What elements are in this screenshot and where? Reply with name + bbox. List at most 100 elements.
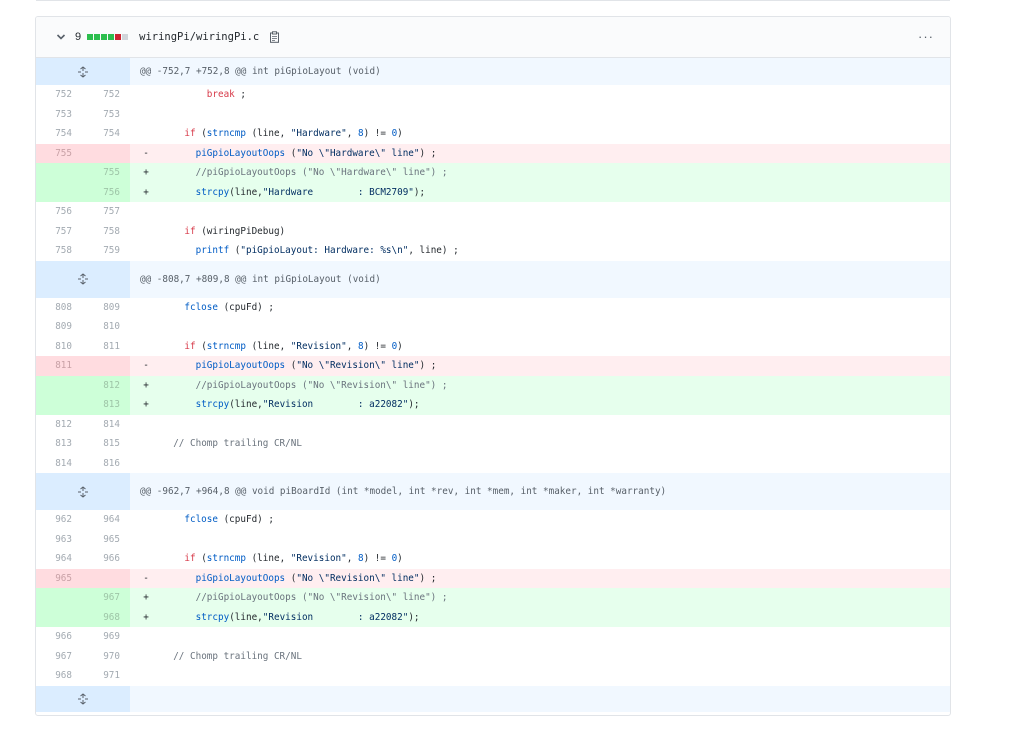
chevron-down-icon[interactable] xyxy=(56,32,66,42)
old-line-number[interactable]: 753 xyxy=(36,105,83,125)
code-line: + //piGpioLayoutOops ("No \"Revision\" l… xyxy=(130,375,950,395)
hunk-header: @@ -962,7 +964,8 @@ void piBoardId (int … xyxy=(36,473,950,510)
new-line-number[interactable]: 756 xyxy=(83,182,130,202)
new-line-number[interactable]: 758 xyxy=(83,222,130,242)
added-line: 968 + strcpy(line,"Revision : a22082"); xyxy=(36,607,950,627)
expand-lines-icon[interactable] xyxy=(77,65,89,78)
old-line-number[interactable] xyxy=(36,163,83,183)
code-line: + strcpy(line,"Revision : a22082"); xyxy=(130,607,950,627)
code-line: // Chomp trailing CR/NL xyxy=(173,438,302,449)
code-line: if (strncmp (line, "Hardware", 8) != 0) xyxy=(184,128,403,139)
hunk-header-text: @@ -752,7 +752,8 @@ int piGpioLayout (vo… xyxy=(140,66,381,77)
code-line: // Chomp trailing CR/NL xyxy=(173,650,302,662)
new-line-number[interactable]: 754 xyxy=(83,124,130,144)
new-line-number[interactable]: 964 xyxy=(83,510,130,530)
old-line-number[interactable] xyxy=(36,182,83,202)
new-line-number[interactable]: 752 xyxy=(83,85,130,105)
context-line: 752 752 break ; xyxy=(36,85,950,105)
old-line-number[interactable]: 964 xyxy=(36,549,83,569)
added-line: 812 + //piGpioLayoutOops ("No \"Revision\… xyxy=(36,375,950,395)
new-line-number[interactable]: 811 xyxy=(83,337,130,357)
new-line-number[interactable]: 814 xyxy=(83,415,130,435)
new-line-number[interactable] xyxy=(83,143,130,163)
old-line-number[interactable]: 968 xyxy=(36,666,83,686)
old-line-number[interactable]: 757 xyxy=(36,222,83,242)
added-line: 755 + //piGpioLayoutOops ("No \"Hardware\… xyxy=(36,163,950,183)
expand-hunk-button[interactable] xyxy=(36,58,130,85)
new-line-number[interactable]: 815 xyxy=(83,434,130,454)
new-line-number[interactable]: 967 xyxy=(83,588,130,608)
old-line-number[interactable]: 810 xyxy=(36,337,83,357)
new-line-number[interactable]: 809 xyxy=(83,298,130,318)
context-line: 813 815 // Chomp trailing CR/NL xyxy=(36,434,950,454)
file-actions-menu-button[interactable]: ··· xyxy=(918,29,934,44)
old-line-number[interactable]: 814 xyxy=(36,454,83,474)
hunk-header: @@ -752,7 +752,8 @@ int piGpioLayout (vo… xyxy=(36,58,950,85)
expand-lines-icon[interactable] xyxy=(77,485,89,498)
context-line: 756 757 xyxy=(36,202,950,222)
code-line: fclose (cpuFd) ; xyxy=(184,301,274,313)
context-line: 962 964 fclose (cpuFd) ; xyxy=(36,510,950,530)
old-line-number[interactable]: 812 xyxy=(36,415,83,435)
diffstat-block xyxy=(87,34,94,40)
diffstat-block xyxy=(115,34,122,40)
new-line-number[interactable]: 813 xyxy=(83,395,130,415)
old-line-number[interactable]: 811 xyxy=(36,356,83,376)
code-line: if (strncmp (line, "Revision", 8) != 0) xyxy=(184,340,403,352)
expand-lines-icon[interactable] xyxy=(77,273,89,285)
new-line-number[interactable] xyxy=(83,356,130,376)
new-line-number[interactable]: 816 xyxy=(83,454,130,474)
context-line: 753 753 xyxy=(36,105,950,125)
new-line-number[interactable]: 753 xyxy=(83,105,130,125)
hunk-footer-text xyxy=(130,686,950,712)
old-line-number[interactable]: 813 xyxy=(36,434,83,454)
diff-file: 9 wiringPi/wiringPi.c ··· @@ -752,7 +752… xyxy=(35,16,951,716)
context-line: 966 969 xyxy=(36,627,950,647)
deleted-line: 811 - piGpioLayoutOops ("No \"Revision\" … xyxy=(36,356,950,376)
context-line: 963 965 xyxy=(36,530,950,550)
old-line-number[interactable] xyxy=(36,588,83,608)
diffstat-blocks xyxy=(87,34,129,40)
context-line: 964 966 if (strncmp (line, "Revision", 8)… xyxy=(36,549,950,569)
old-line-number[interactable]: 755 xyxy=(36,143,83,163)
code-line: - piGpioLayoutOops ("No \"Hardware\" lin… xyxy=(130,143,950,163)
old-line-number[interactable]: 809 xyxy=(36,317,83,337)
old-line-number[interactable]: 754 xyxy=(36,124,83,144)
new-line-number[interactable]: 757 xyxy=(83,202,130,222)
new-line-number[interactable]: 968 xyxy=(83,607,130,627)
old-line-number[interactable]: 966 xyxy=(36,627,83,647)
diffstat-block xyxy=(101,34,108,40)
new-line-number[interactable]: 971 xyxy=(83,666,130,686)
old-line-number[interactable] xyxy=(36,607,83,627)
old-line-number[interactable]: 963 xyxy=(36,530,83,550)
new-line-number[interactable]: 755 xyxy=(83,163,130,183)
copy-clipboard-icon[interactable] xyxy=(269,31,280,43)
old-line-number[interactable]: 967 xyxy=(36,647,83,667)
expand-lines-icon[interactable] xyxy=(77,692,89,705)
old-line-number[interactable]: 962 xyxy=(36,510,83,530)
old-line-number[interactable]: 758 xyxy=(36,241,83,261)
new-line-number[interactable]: 966 xyxy=(83,549,130,569)
new-line-number[interactable] xyxy=(83,568,130,588)
old-line-number[interactable] xyxy=(36,375,83,395)
new-line-number[interactable]: 970 xyxy=(83,647,130,667)
code-line: - piGpioLayoutOops ("No \"Revision\" lin… xyxy=(130,568,950,588)
expand-down-button[interactable] xyxy=(36,685,130,712)
expand-hunk-button[interactable] xyxy=(36,260,130,298)
new-line-number[interactable]: 810 xyxy=(83,317,130,337)
old-line-number[interactable]: 965 xyxy=(36,568,83,588)
new-line-number[interactable]: 965 xyxy=(83,530,130,550)
file-path-link[interactable]: wiringPi/wiringPi.c xyxy=(139,31,259,43)
top-divider xyxy=(36,0,950,1)
expand-hunk-button[interactable] xyxy=(36,473,130,510)
new-line-number[interactable]: 812 xyxy=(83,375,130,395)
old-line-number[interactable]: 808 xyxy=(36,298,83,318)
added-line: 967 + //piGpioLayoutOops ("No \"Revision\… xyxy=(36,588,950,608)
new-line-number[interactable]: 969 xyxy=(83,627,130,647)
old-line-number[interactable] xyxy=(36,395,83,415)
new-line-number[interactable]: 759 xyxy=(83,241,130,261)
diffstat-block xyxy=(94,34,101,40)
old-line-number[interactable]: 756 xyxy=(36,202,83,222)
old-line-number[interactable]: 752 xyxy=(36,85,83,105)
